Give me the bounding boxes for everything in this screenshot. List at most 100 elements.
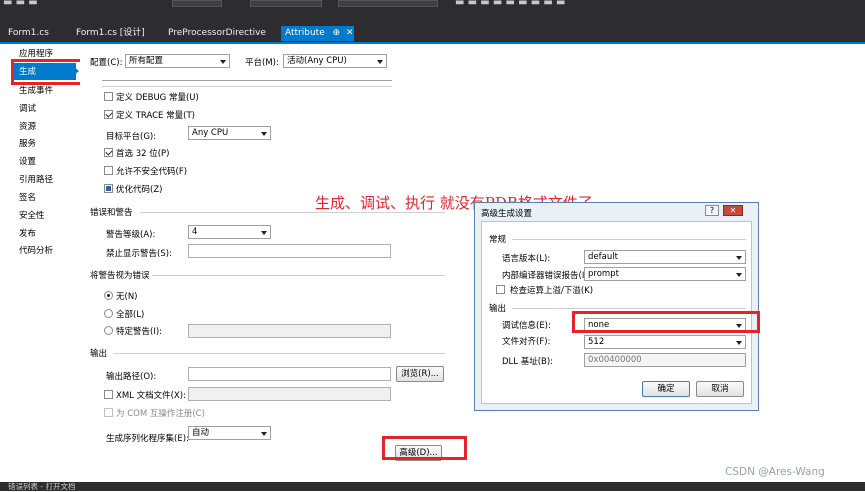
toolbar-combo[interactable] <box>250 0 322 7</box>
com-register-label: 为 COM 互操作注册(C) <box>116 409 205 419</box>
overflow-checkbox[interactable] <box>496 285 505 294</box>
output-path-input[interactable] <box>188 367 391 381</box>
platform-select[interactable]: 活动(Any CPU) <box>283 54 387 68</box>
tab-form1-design[interactable]: Form1.cs [设计] <box>72 26 149 41</box>
lang-version-label: 语言版本(L): <box>502 254 551 264</box>
target-platform-value: Any CPU <box>192 128 229 138</box>
chevron-down-icon <box>261 432 267 436</box>
sidebar-item-signing[interactable]: 签名 <box>19 191 36 203</box>
chevron-down-icon <box>736 341 742 345</box>
define-trace-label: 定义 TRACE 常量(T) <box>116 111 195 121</box>
define-debug-label: 定义 DEBUG 常量(U) <box>116 93 199 103</box>
tab-attribute[interactable]: Attribute ⊕ ✕ <box>281 26 354 41</box>
toolbar-icon[interactable]: ▬ ▬ ▬ ▬ ▬ ▬ ▬ ▬ ▬ <box>455 0 565 8</box>
dll-base-value: 0x00400000 <box>588 355 642 365</box>
chevron-down-icon <box>736 273 742 277</box>
treat-none-radio[interactable] <box>104 291 113 300</box>
prefer32-checkbox[interactable] <box>104 148 113 157</box>
output-path-label: 输出路径(O): <box>106 372 157 382</box>
unsafe-label: 允许不安全代码(F) <box>116 167 188 177</box>
target-platform-select[interactable]: Any CPU <box>188 126 271 140</box>
error-report-label: 内部编译器错误报告(I): <box>502 271 591 281</box>
treat-section-title: 将警告视为错误 <box>90 271 150 281</box>
serialize-value: 自动 <box>192 428 210 438</box>
com-register-checkbox[interactable] <box>104 408 113 417</box>
sidebar-item-resources[interactable]: 资源 <box>19 120 36 132</box>
sidebar-item-publish[interactable]: 发布 <box>19 227 36 239</box>
dll-base-label: DLL 基址(B): <box>502 357 554 367</box>
file-align-label: 文件对齐(F): <box>502 337 551 347</box>
document-tabs: Form1.cs Form1.cs [设计] PreProcessorDirec… <box>0 26 865 42</box>
sidebar-item-debug[interactable]: 调试 <box>19 102 36 114</box>
treat-specific-radio[interactable] <box>104 326 113 335</box>
define-trace-checkbox[interactable] <box>104 110 113 119</box>
sidebar-item-services[interactable]: 服务 <box>19 137 36 149</box>
config-select[interactable]: 所有配置 <box>125 54 230 68</box>
debug-info-label: 调试信息(E): <box>502 321 551 331</box>
watermark: CSDN @Ares-Wang <box>725 466 825 478</box>
define-debug-checkbox[interactable] <box>104 92 113 101</box>
platform-label: 平台(M): <box>245 58 279 68</box>
treat-all-radio[interactable] <box>104 309 113 318</box>
advanced-build-dialog: 高级生成设置 ? ✕ 常规 语言版本(L): default 内部编译器错误报告… <box>474 202 759 411</box>
prefer32-label: 首选 32 位(P) <box>116 149 170 159</box>
chevron-down-icon <box>736 256 742 260</box>
toolbar-combo[interactable] <box>172 0 222 7</box>
xml-doc-input[interactable] <box>188 387 391 401</box>
serialize-label: 生成序列化程序集(E): <box>106 434 189 444</box>
close-icon[interactable]: ✕ <box>346 28 354 38</box>
sidebar-item-reference-paths[interactable]: 引用路径 <box>19 173 53 185</box>
dialog-general-title: 常规 <box>489 235 507 245</box>
sidebar-item-code-analysis[interactable]: 代码分析 <box>19 244 53 256</box>
error-report-select[interactable]: prompt <box>584 267 746 281</box>
close-icon[interactable]: ✕ <box>723 205 743 216</box>
error-report-value: prompt <box>588 269 619 279</box>
specific-warnings-input[interactable] <box>188 324 391 338</box>
sidebar-item-application[interactable]: 应用程序 <box>19 47 53 59</box>
tab-preprocessor[interactable]: PreProcessorDirective <box>164 26 270 41</box>
tab-form1-cs[interactable]: Form1.cs <box>4 26 53 41</box>
header-divider <box>102 80 392 81</box>
warn-level-label: 警告等级(A): <box>106 230 156 240</box>
toolbar-combo[interactable] <box>338 0 438 7</box>
toolbar-icon[interactable]: ▬ ▬ ▬ <box>3 0 38 8</box>
optimize-label: 优化代码(Z) <box>116 185 163 195</box>
warn-level-value: 4 <box>192 227 198 237</box>
sidebar-item-security[interactable]: 安全性 <box>19 209 45 221</box>
ok-button[interactable]: 确定 <box>642 381 690 397</box>
section-divider <box>113 353 445 354</box>
unsafe-checkbox[interactable] <box>104 166 113 175</box>
highlight-box-debug-info <box>572 311 760 333</box>
section-divider <box>152 275 445 276</box>
chevron-down-icon <box>220 60 226 64</box>
treat-all-label: 全部(L) <box>116 310 145 320</box>
sidebar-item-build-events[interactable]: 生成事件 <box>19 84 53 96</box>
property-sidebar <box>0 44 80 482</box>
file-align-value: 512 <box>588 337 605 347</box>
status-bar: 错误列表 - 打开文档 <box>0 482 865 491</box>
highlight-box-build <box>11 59 87 85</box>
dialog-output-title: 输出 <box>489 304 507 314</box>
tab-attribute-label: Attribute <box>285 28 325 38</box>
treat-none-label: 无(N) <box>116 292 138 302</box>
output-section-title: 输出 <box>90 349 108 359</box>
status-text[interactable]: 错误列表 - 打开文档 <box>8 481 75 492</box>
lang-version-select[interactable]: default <box>584 250 746 264</box>
platform-value: 活动(Any CPU) <box>287 56 347 66</box>
xml-doc-checkbox[interactable] <box>104 390 113 399</box>
cancel-button[interactable]: 取消 <box>696 381 744 397</box>
xml-doc-label: XML 文档文件(X): <box>116 391 186 401</box>
section-divider <box>512 308 746 309</box>
file-align-select[interactable]: 512 <box>584 335 746 349</box>
optimize-checkbox[interactable] <box>104 184 113 193</box>
help-icon[interactable]: ? <box>705 205 719 216</box>
browse-button[interactable]: 浏览(R)... <box>396 366 444 382</box>
sidebar-item-settings[interactable]: 设置 <box>19 155 36 167</box>
dll-base-input[interactable]: 0x00400000 <box>584 353 746 367</box>
warn-level-select[interactable]: 4 <box>188 225 271 239</box>
serialize-select[interactable]: 自动 <box>188 426 271 440</box>
chevron-down-icon <box>261 132 267 136</box>
suppress-input[interactable] <box>188 244 391 258</box>
dialog-title: 高级生成设置 <box>481 209 533 219</box>
pin-icon[interactable]: ⊕ <box>333 28 341 38</box>
